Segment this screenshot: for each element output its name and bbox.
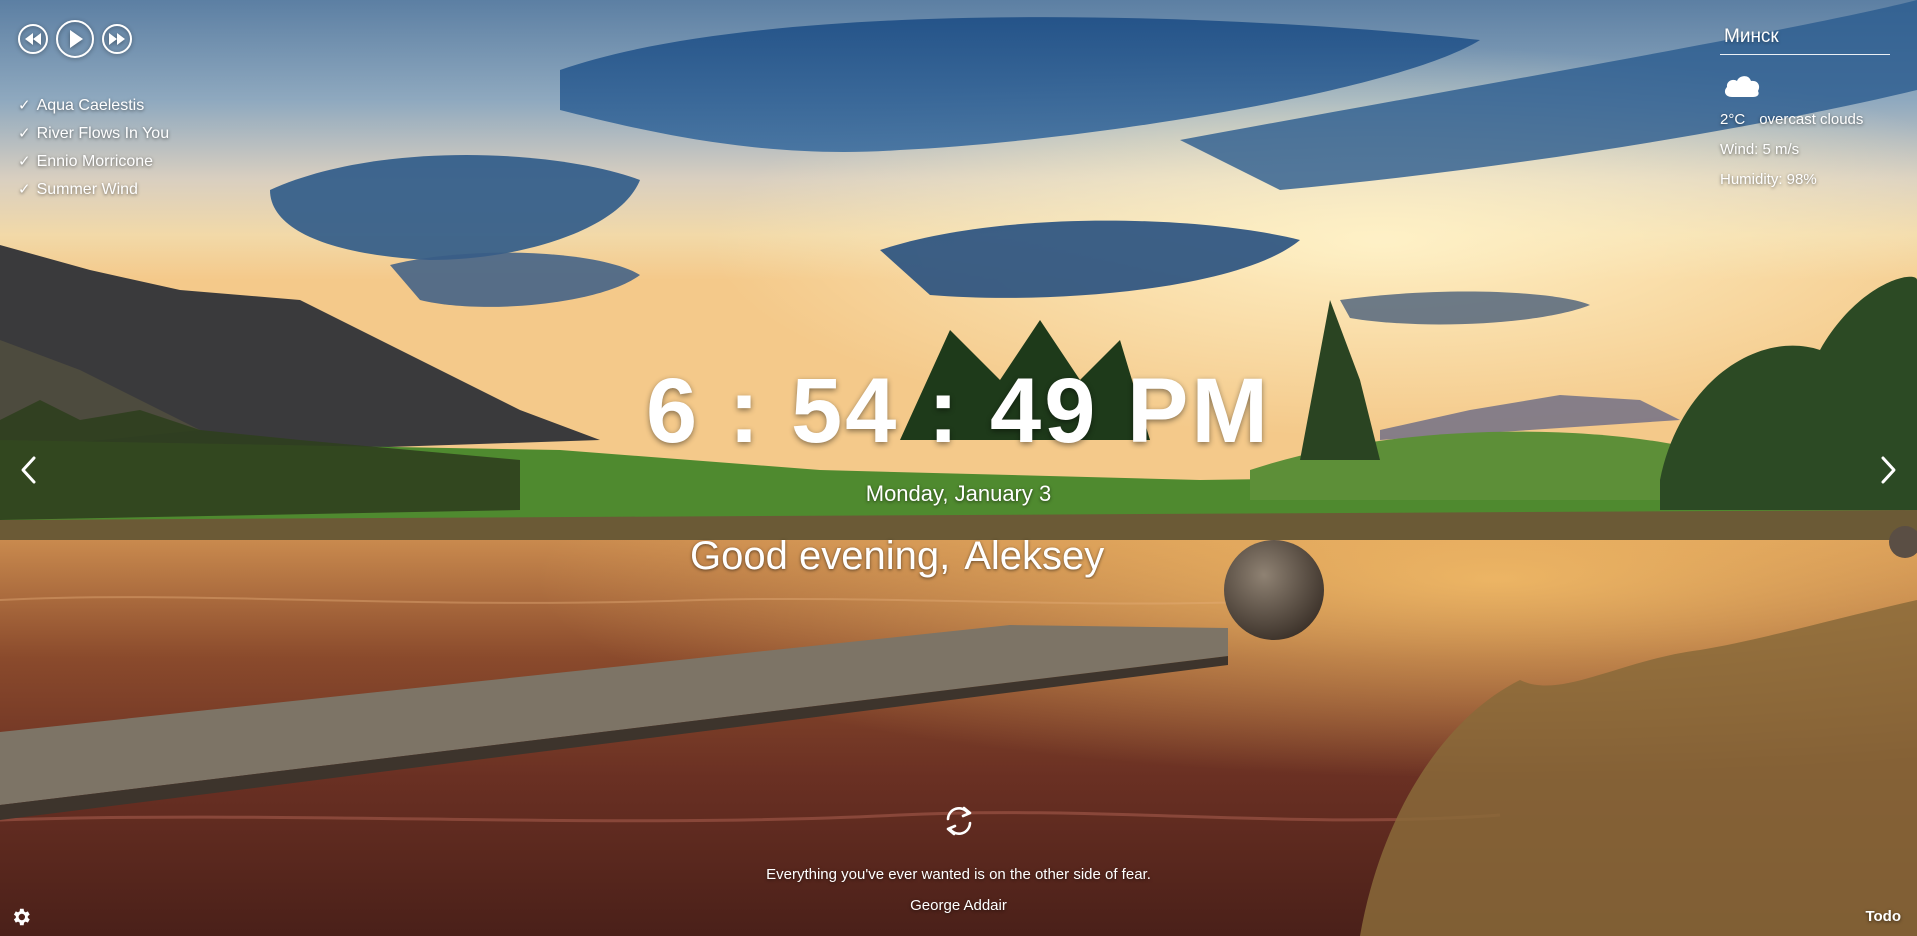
slide-next-button[interactable] [1873,452,1903,488]
clock-date: Monday, January 3 [865,481,1052,506]
wind-speed: Wind: 5 m/s [1720,141,1800,158]
weather-widget: 2°C overcast clouds Wind: 5 m/s Humidity… [1720,24,1890,195]
settings-button[interactable] [10,906,32,928]
check-icon: ✓ [18,153,31,170]
track-title: Ennio Morricone [36,153,154,170]
clock-time: 6 : 54 : 49 PM [646,360,1271,462]
playlist-item[interactable]: ✓ Ennio Morricone [18,148,169,176]
greeting-text: Good evening, [690,534,951,578]
fast-forward-icon [109,33,125,45]
chevron-right-icon [1881,456,1896,484]
quote-author: George Addair [910,897,1007,914]
weather-description: overcast clouds [1759,111,1864,128]
play-icon [70,30,83,48]
playlist-item[interactable]: ✓ Summer Wind [18,176,169,204]
audio-player [18,20,132,58]
next-button[interactable] [102,24,132,54]
track-title: Summer Wind [36,181,138,198]
background-image [0,0,1917,936]
chevron-left-icon [21,456,36,484]
playlist-item[interactable]: ✓ River Flows In You [18,120,169,148]
prev-button[interactable] [18,24,48,54]
slide-prev-button[interactable] [14,452,44,488]
name-input[interactable] [964,534,1225,579]
gear-icon [13,908,30,926]
weather-summary: 2°C overcast clouds [1720,105,1890,135]
humidity: Humidity: 98% [1720,171,1817,188]
todo-button[interactable]: Todo [1865,908,1901,925]
check-icon: ✓ [18,125,31,142]
greeting: Good evening, [690,534,1225,579]
refresh-icon [946,806,972,836]
check-icon: ✓ [18,97,31,114]
playlist: ✓ Aqua Caelestis ✓ River Flows In You ✓ … [18,92,169,204]
rewind-icon [25,33,41,45]
quote-text: Everything you've ever wanted is on the … [766,866,1151,883]
city-input[interactable] [1720,24,1890,55]
play-button[interactable] [56,20,94,58]
track-title: River Flows In You [36,125,170,142]
track-title: Aqua Caelestis [36,97,145,114]
cloud-icon [1722,71,1890,101]
refresh-quote-button[interactable] [940,802,978,840]
playlist-item[interactable]: ✓ Aqua Caelestis [18,92,169,120]
check-icon: ✓ [18,181,31,198]
app-root: ✓ Aqua Caelestis ✓ River Flows In You ✓ … [0,0,1917,936]
temperature: 2°C [1720,111,1746,128]
